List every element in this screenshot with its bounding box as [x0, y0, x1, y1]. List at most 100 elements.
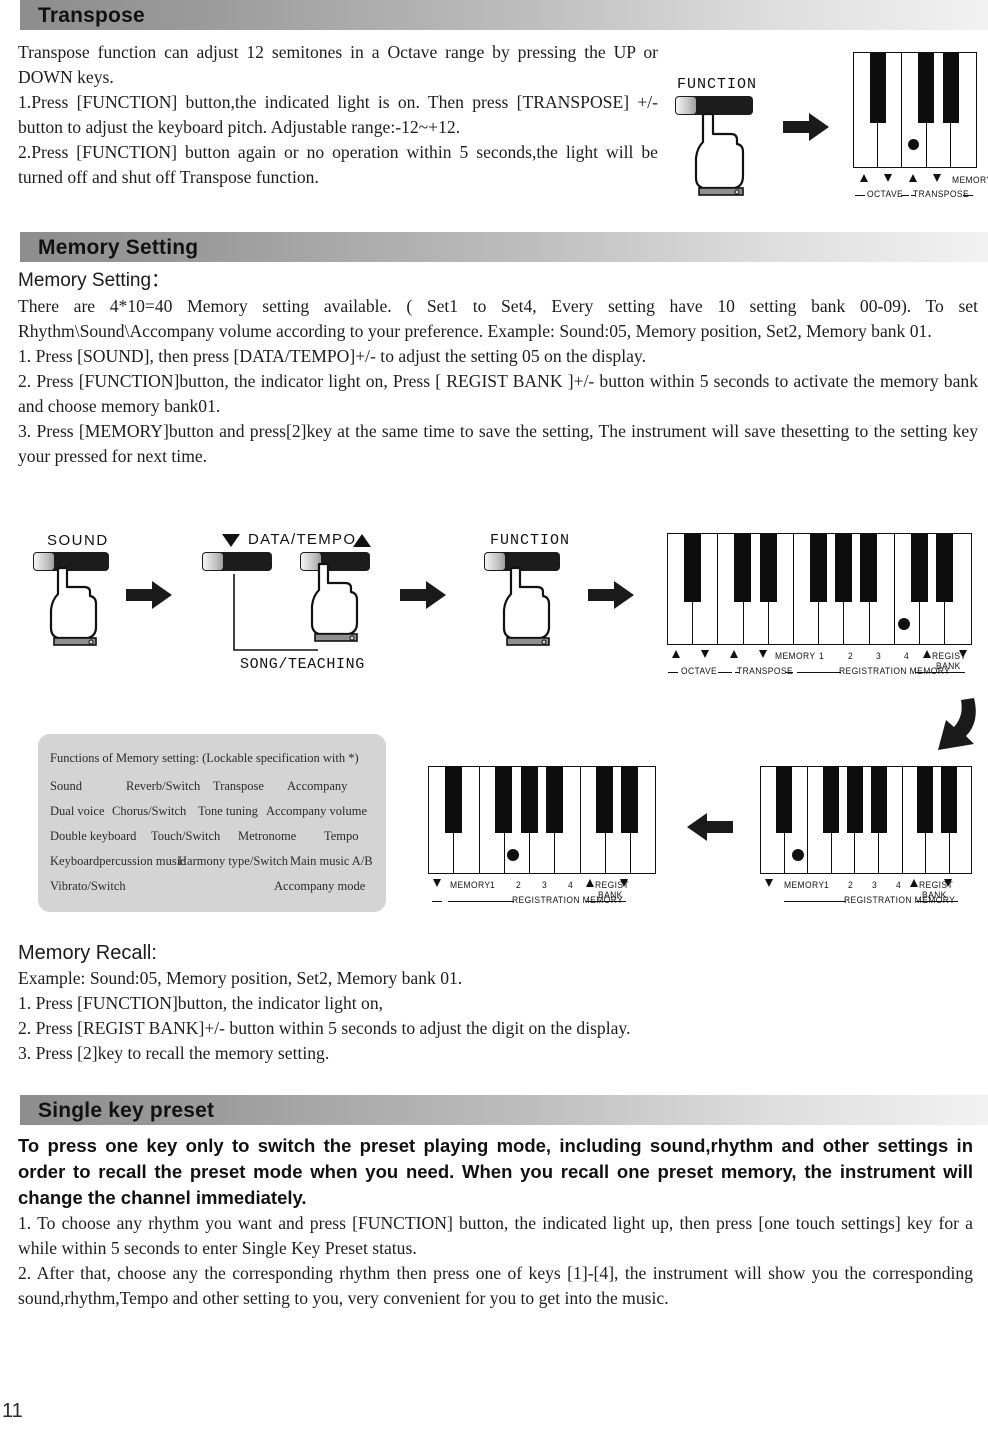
transpose-body-text: Transpose function can adjust 12 semiton…: [18, 40, 658, 190]
single-key-preset-bold-paragraph: To press one key only to switch the pres…: [18, 1135, 973, 1208]
functions-cell: Transpose: [213, 779, 264, 793]
keyboard-label-1: 1: [490, 879, 496, 891]
keyboard-label-2: 2: [848, 650, 854, 662]
arrow-right-icon: [588, 581, 634, 609]
triangle-up-icon: [353, 534, 371, 547]
function-button-label: FUNCTION: [677, 76, 758, 93]
single-key-preset-section-header: Single key preset: [20, 1095, 988, 1125]
curved-arrow-down-left-icon: [938, 698, 976, 750]
bracket-line: [586, 901, 626, 902]
keyboard-label-1: 1: [819, 650, 825, 662]
black-key: [495, 767, 512, 833]
triangle-up-icon: [672, 650, 680, 658]
black-key: [810, 534, 827, 602]
black-key: [823, 767, 839, 833]
keyboard-label-row: MEMORY 1 2 3 4 REGIST BANK OCTAVE TRANSP…: [667, 645, 972, 691]
functions-cell: Chorus/Switch: [112, 804, 187, 818]
function-button-label-2: FUNCTION: [490, 532, 571, 549]
pointing-hand-icon: [502, 566, 551, 646]
bracket-label-octave: OCTAVE: [867, 188, 904, 200]
bracket-line: [901, 195, 909, 196]
keyboard-label-row: MEMORY 1 2 3 4 REGIST BANK REGISTRATION …: [760, 874, 972, 914]
memory-function-button-graphic: FUNCTION: [484, 532, 571, 646]
memory-setting-paragraph-1: There are 4*10=40 Memory setting availab…: [18, 296, 978, 341]
keyboard-label-row: MEMORY 1 2 3 4 REGIST BANK REGISTRATION …: [428, 874, 656, 914]
triangle-down-icon: [765, 879, 773, 887]
bracket-line: [448, 901, 514, 902]
functions-cell: Vibrato/Switch: [50, 879, 126, 893]
memory-setting-section-header: Memory Setting: [20, 232, 988, 262]
pointing-hand-icon: [49, 566, 98, 646]
bracket-line: [916, 901, 958, 902]
transpose-function-button-graphic: FUNCTION: [675, 76, 758, 196]
keyboard-label-3: 3: [542, 879, 548, 891]
black-key: [871, 767, 887, 833]
memory-setting-paragraph-4: 3. Press [MEMORY]button and press[2]key …: [18, 421, 978, 466]
functions-cell: Touch/Switch: [151, 829, 221, 843]
functions-cell: Dual voice: [50, 804, 105, 818]
triangle-up-icon: [909, 174, 917, 182]
section-memory-recall: Memory Recall: Example: Sound:05, Memory…: [18, 940, 968, 1066]
single-key-preset-heading: Single key preset: [38, 1098, 215, 1122]
memory-recall-heading: Memory Recall:: [18, 942, 157, 964]
arrow-right-icon: [400, 581, 446, 609]
bracket-line: [432, 901, 442, 902]
key-press-dot: [898, 618, 910, 630]
keyboard-keys: [428, 766, 656, 874]
keyboard-label-memory: MEMORY: [450, 879, 491, 891]
triangle-up-icon: [860, 174, 868, 182]
transpose-section-header: Transpose: [20, 0, 988, 30]
black-key: [760, 534, 777, 602]
single-key-preset-body-text: To press one key only to switch the pres…: [18, 1133, 973, 1311]
triangle-up-icon: [910, 879, 918, 887]
memory-recall-paragraph-2: 1. Press [FUNCTION]button, the indicator…: [18, 993, 384, 1013]
registration-keyboard-diagram: MEMORY 1 2 3 4 REGIST BANK OCTAVE TRANSP…: [667, 533, 972, 691]
bracket-label-registration-memory: REGISTRATION MEMORY: [839, 665, 951, 677]
keyboard-label-4: 4: [568, 879, 574, 891]
bracket-line: [797, 672, 841, 673]
memory-recall-paragraph-3: 2. Press [REGIST BANK]+/- button within …: [18, 1018, 631, 1038]
black-key: [445, 767, 462, 833]
functions-cell: Harmony type/Switch: [178, 854, 289, 868]
keyboard-keys: [667, 533, 972, 645]
keyboard-label-2: 2: [516, 879, 522, 891]
data-tempo-label: DATA/TEMPO: [248, 531, 357, 548]
memory-recall-paragraph-1: Example: Sound:05, Memory position, Set2…: [18, 968, 463, 988]
black-key: [521, 767, 538, 833]
pointing-hand-icon: [694, 112, 745, 196]
registration-keyboard-diagram-memory: MEMORY 1 2 3 4 REGIST BANK REGISTRATION …: [760, 766, 972, 914]
key-press-dot: [908, 139, 919, 150]
keyboard-keys: [853, 52, 977, 168]
black-key: [911, 534, 928, 602]
bracket-label-transpose: TRANSPOSE: [913, 188, 970, 200]
triangle-down-icon: [701, 650, 709, 658]
song-teaching-label: SONG/TEACHING: [240, 656, 365, 673]
keyboard-label-row: MEMORY OCTAVE TRANSPOSE: [853, 168, 988, 210]
functions-cell: Tone tuning: [198, 804, 258, 818]
black-key: [943, 53, 959, 123]
keyboard-label-memory: MEMORY: [952, 174, 988, 186]
memory-setting-body-text: Memory Setting： There are 4*10=40 Memory…: [18, 268, 978, 469]
arrow-left-icon: [687, 813, 733, 841]
section-single-key-preset: Single key preset To press one key only …: [0, 1095, 988, 1308]
bracket-line: [855, 195, 865, 196]
black-key: [936, 534, 953, 602]
bracket-line: [718, 672, 732, 673]
black-key: [918, 53, 934, 123]
black-key: [621, 767, 638, 833]
transpose-keyboard-diagram: MEMORY OCTAVE TRANSPOSE: [853, 52, 988, 210]
black-key: [917, 767, 933, 833]
bracket-line: [963, 195, 973, 196]
keyboard-keys: [760, 766, 972, 874]
functions-panel-title: Functions of Memory setting: (Lockable s…: [50, 751, 359, 765]
triangle-down-icon: [933, 174, 941, 182]
keyboard-label-4: 4: [904, 650, 910, 662]
black-key: [734, 534, 751, 602]
bracket-label-transpose: TRANSPOSE: [737, 665, 794, 677]
functions-cell: Reverb/Switch: [126, 779, 201, 793]
bracket-line: [785, 672, 793, 673]
triangle-up-icon: [730, 650, 738, 658]
bracket-line: [784, 901, 846, 902]
black-key: [835, 534, 852, 602]
keyboard-label-3: 3: [876, 650, 882, 662]
